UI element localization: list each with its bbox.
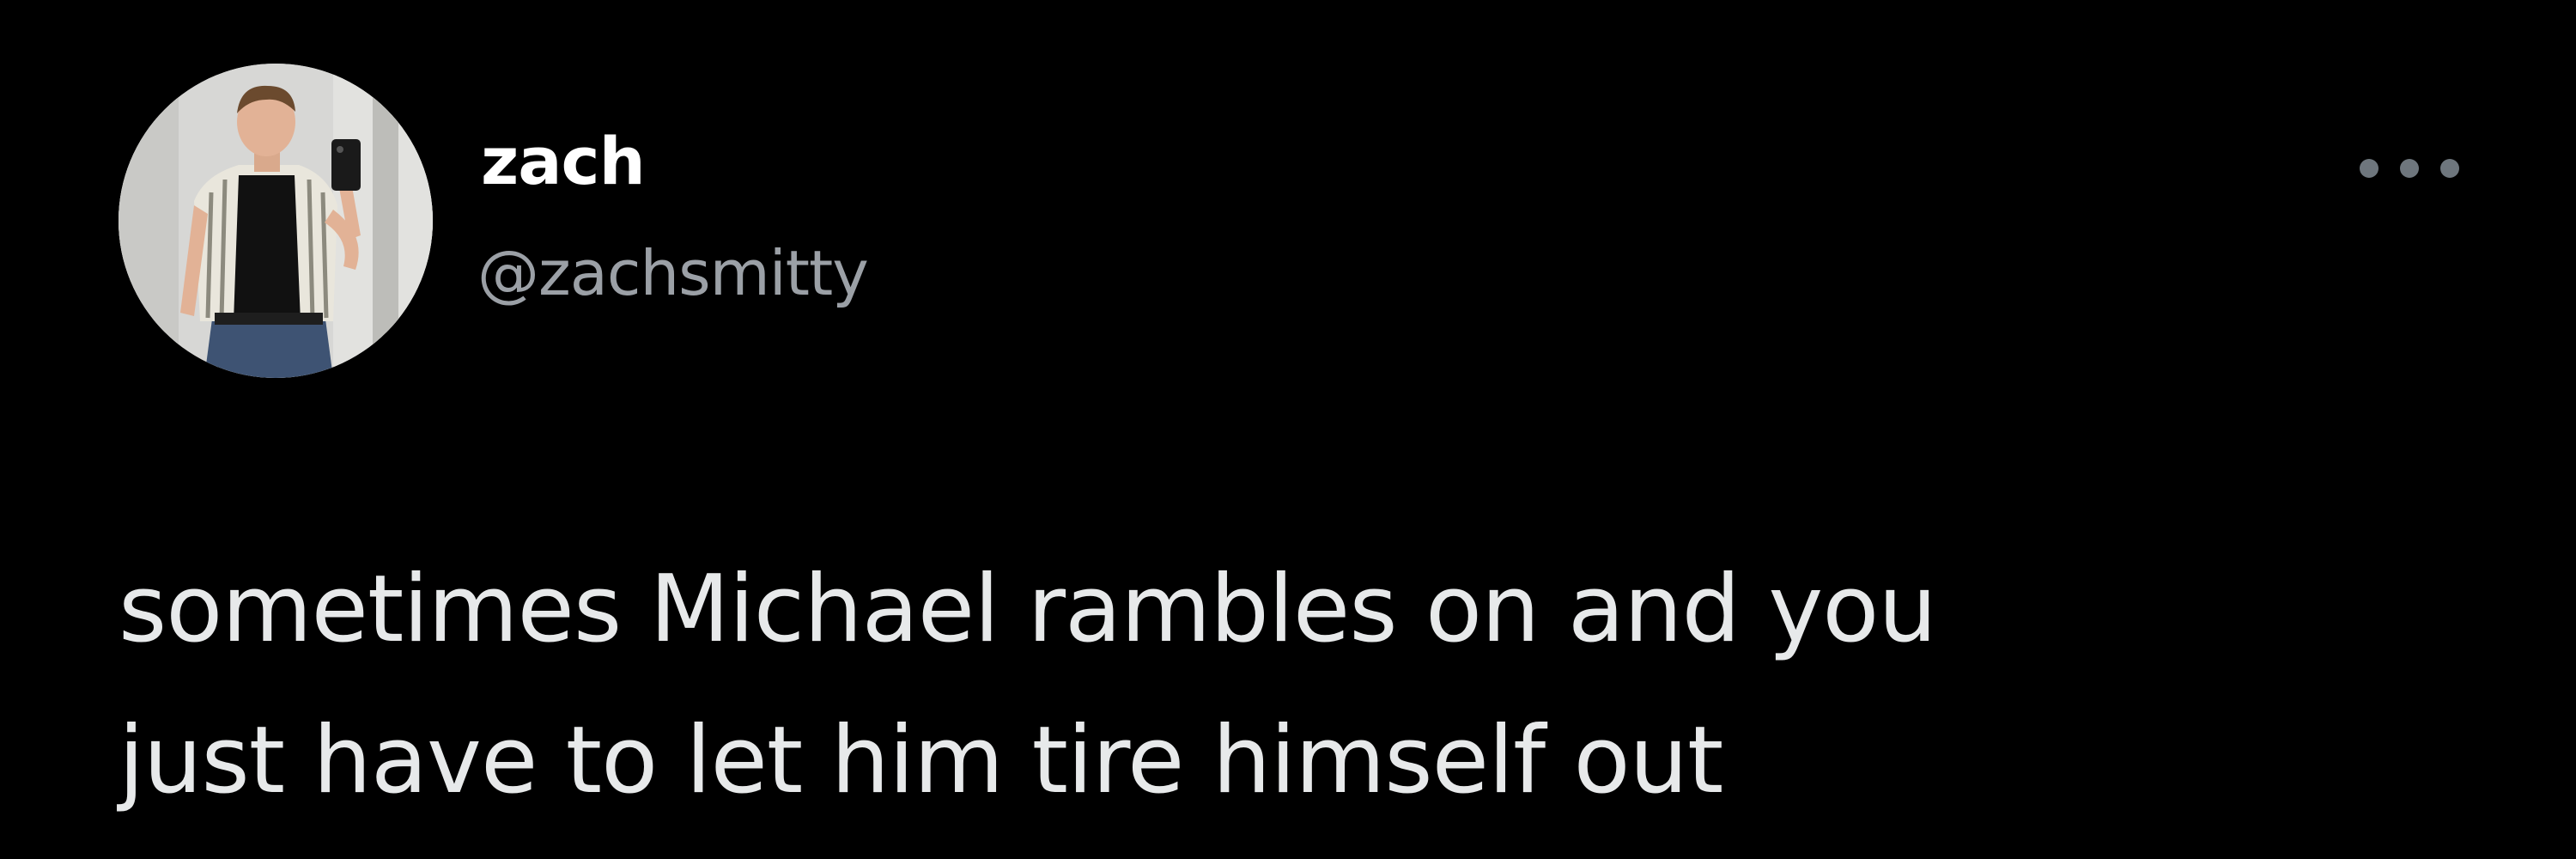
tweet-text-line-1: sometimes Michael rambles on and you: [118, 556, 1937, 663]
tweet-card: zach @zachsmitty sometimes Michael rambl…: [0, 0, 2576, 859]
avatar[interactable]: [118, 64, 433, 378]
tweet-text: sometimes Michael rambles on and you jus…: [118, 534, 2506, 837]
profile-photo-icon: [118, 64, 433, 378]
more-options-button[interactable]: [2360, 144, 2459, 192]
display-name[interactable]: zach: [481, 129, 646, 194]
more-options-icon: [2360, 159, 2379, 178]
more-options-icon-dot-2: [2400, 159, 2419, 178]
more-options-icon-dot-3: [2440, 159, 2459, 178]
user-handle[interactable]: @zachsmitty: [477, 242, 869, 304]
tweet-text-line-2: just have to let him tire himself out: [118, 707, 1723, 814]
